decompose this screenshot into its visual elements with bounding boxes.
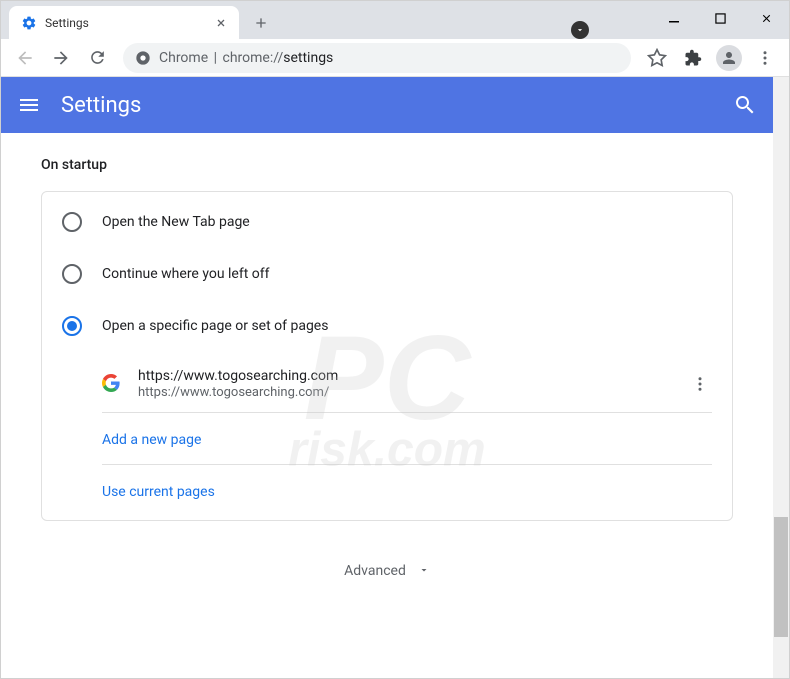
advanced-toggle[interactable]: Advanced [41,521,733,600]
chrome-menu-icon[interactable] [749,42,781,74]
new-tab-button[interactable] [247,9,275,37]
chevron-down-icon [418,561,430,580]
reload-button[interactable] [81,42,113,74]
add-page-link: Add a new page [102,432,201,448]
address-bar: Chrome | chrome://settings [1,39,789,77]
page-info: https://www.togosearching.com https://ww… [138,368,672,400]
radio-label: Open the New Tab page [102,214,250,230]
radio-label: Open a specific page or set of pages [102,318,328,334]
radio-new-tab[interactable]: Open the New Tab page [42,196,732,248]
search-icon[interactable] [733,93,757,117]
close-button[interactable] [743,1,789,35]
extensions-icon[interactable] [677,42,709,74]
hamburger-menu-icon[interactable] [17,93,41,117]
tab-title: Settings [45,16,205,30]
settings-body: On startup Open the New Tab page Continu… [1,133,773,624]
page-url-full: https://www.togosearching.com/ [138,385,672,400]
section-title: On startup [41,157,733,173]
google-favicon-icon [102,374,122,394]
radio-icon [62,316,82,336]
address-input[interactable]: Chrome | chrome://settings [123,43,631,73]
scrollbar[interactable] [773,77,789,678]
settings-header: Settings [1,77,773,133]
radio-specific-page[interactable]: Open a specific page or set of pages [42,300,732,352]
chrome-icon [135,50,151,66]
maximize-button[interactable] [697,1,743,35]
omnibox-text: Chrome | chrome://settings [159,50,333,66]
profile-button[interactable] [713,42,745,74]
scrollbar-thumb[interactable] [774,517,788,637]
startup-page-entry: https://www.togosearching.com https://ww… [42,356,732,412]
tab-close-icon[interactable] [213,15,229,31]
browser-tab[interactable]: Settings [9,6,239,39]
advanced-label: Advanced [344,563,406,579]
radio-continue[interactable]: Continue where you left off [42,248,732,300]
back-button[interactable] [9,42,41,74]
tab-search-icon[interactable] [571,21,589,39]
radio-icon [62,212,82,232]
window-controls [651,1,789,35]
use-current-row[interactable]: Use current pages [42,465,732,516]
minimize-button[interactable] [651,1,697,35]
page-more-icon[interactable] [688,372,712,396]
page-title: Settings [61,93,733,118]
settings-gear-icon [21,15,37,31]
forward-button[interactable] [45,42,77,74]
add-page-row[interactable]: Add a new page [42,413,732,464]
bookmark-star-icon[interactable] [641,42,673,74]
profile-avatar-icon [716,45,742,71]
radio-icon [62,264,82,284]
radio-label: Continue where you left off [102,266,270,282]
tab-bar: Settings [1,1,789,39]
startup-card: Open the New Tab page Continue where you… [41,191,733,521]
use-current-link: Use current pages [102,484,215,500]
page-url-display: https://www.togosearching.com [138,368,672,384]
